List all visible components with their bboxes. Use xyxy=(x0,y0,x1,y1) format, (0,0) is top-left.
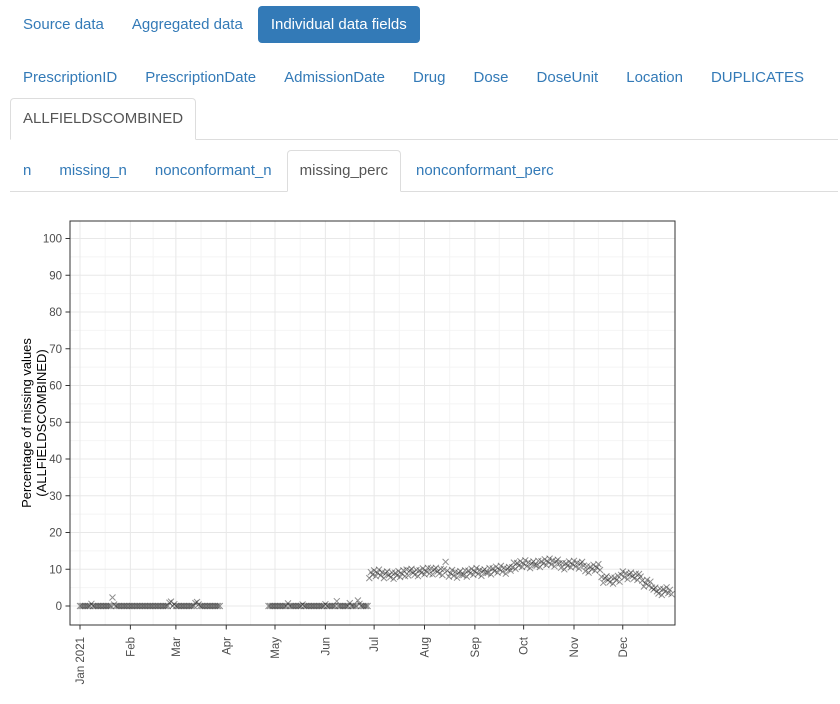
field-tab-doseunit[interactable]: DoseUnit xyxy=(524,57,612,99)
x-tick-label: Feb xyxy=(125,637,137,657)
field-tab-item: DoseUnit xyxy=(524,57,612,99)
y-tick-label: 70 xyxy=(49,344,62,356)
field-tab-item: DUPLICATES xyxy=(698,57,817,99)
x-axis-labels: Jan 2021 Feb Mar Apr May Jun Jul Aug Sep Oct Nov De… xyxy=(75,636,630,684)
y-tick-label: 90 xyxy=(49,270,62,282)
x-tick-label: Jun xyxy=(320,637,332,656)
tab-aggregated-data[interactable]: Aggregated data xyxy=(119,6,256,43)
tab-source-data[interactable]: Source data xyxy=(10,6,117,43)
field-tab-item: PrescriptionDate xyxy=(132,57,269,99)
missing-perc-scatter-plot: 0 10 20 30 40 50 60 70 80 90 100 Jan 2021 Feb Mar Apr M… xyxy=(10,204,700,699)
x-tick-label: Dec xyxy=(618,637,630,658)
metric-tab-missing-n[interactable]: missing_n xyxy=(46,150,140,192)
metric-tab-n[interactable]: n xyxy=(10,150,44,192)
x-tick-label: Apr xyxy=(221,637,233,655)
y-tick-label: 100 xyxy=(43,234,62,246)
metric-tab-item: missing_n xyxy=(46,150,140,192)
field-tab-allfieldscombined[interactable]: ALLFIELDSCOMBINED xyxy=(10,98,196,140)
y-tick-label: 30 xyxy=(49,491,62,503)
y-tick-label: 60 xyxy=(49,381,62,393)
y-tick-label: 10 xyxy=(49,564,62,576)
field-tab-item: Dose xyxy=(461,57,522,99)
metric-tab-item: missing_perc xyxy=(287,150,401,192)
y-axis-title-line: Percentage of missing values xyxy=(19,338,34,508)
field-tab-location[interactable]: Location xyxy=(613,57,696,99)
x-tick-label: Oct xyxy=(519,636,531,655)
field-tab-item: Drug xyxy=(400,57,459,99)
field-tab-item: AdmissionDate xyxy=(271,57,398,99)
missing-perc-chart-container: 0 10 20 30 40 50 60 70 80 90 100 Jan 2021 Feb Mar Apr M… xyxy=(10,204,838,704)
field-tab-item: Location xyxy=(613,57,696,99)
metric-tab-item: nonconformant_n xyxy=(142,150,285,192)
tab-item: Aggregated data xyxy=(119,6,256,43)
metric-tab-nonconformant-n[interactable]: nonconformant_n xyxy=(142,150,285,192)
y-tick-label: 20 xyxy=(49,528,62,540)
x-tick-label: May xyxy=(270,637,282,659)
metric-tab-item: nonconformant_perc xyxy=(403,150,567,192)
metric-tab-nonconformant-perc[interactable]: nonconformant_perc xyxy=(403,150,567,192)
tab-item: Source data xyxy=(10,6,117,43)
y-axis-ticks xyxy=(66,239,71,607)
x-tick-label: Mar xyxy=(171,637,183,657)
field-tab-item: ALLFIELDSCOMBINED xyxy=(10,98,196,140)
y-axis-title-line: (ALLFIELDSCOMBINED) xyxy=(34,349,49,496)
metric-tabs: nmissing_nnonconformant_nmissing_percnon… xyxy=(10,150,838,192)
x-tick-label: Nov xyxy=(569,637,581,658)
y-axis-title: Percentage of missing values(ALLFIELDSCO… xyxy=(19,338,49,508)
dataset-nav: Source dataAggregated dataIndividual dat… xyxy=(10,6,838,43)
y-tick-label: 80 xyxy=(49,307,62,319)
y-tick-label: 0 xyxy=(56,601,62,613)
x-tick-label: Jul xyxy=(369,637,381,652)
field-tabs: PrescriptionIDPrescriptionDateAdmissionD… xyxy=(10,57,838,140)
x-tick-label: Aug xyxy=(420,637,432,657)
field-tab-admissiondate[interactable]: AdmissionDate xyxy=(271,57,398,99)
y-tick-label: 40 xyxy=(49,454,62,466)
field-tab-prescriptionid[interactable]: PrescriptionID xyxy=(10,57,130,99)
metric-tab-missing-perc[interactable]: missing_perc xyxy=(287,150,401,192)
x-tick-label: Sep xyxy=(470,637,482,657)
tab-individual-data-fields[interactable]: Individual data fields xyxy=(258,6,420,43)
field-tab-drug[interactable]: Drug xyxy=(400,57,459,99)
x-axis-ticks xyxy=(80,625,623,630)
y-tick-label: 50 xyxy=(49,417,62,429)
metric-tab-item: n xyxy=(10,150,44,192)
field-tab-dose[interactable]: Dose xyxy=(461,57,522,99)
field-tab-item: PrescriptionID xyxy=(10,57,130,99)
tab-item: Individual data fields xyxy=(258,6,420,43)
field-tab-prescriptiondate[interactable]: PrescriptionDate xyxy=(132,57,269,99)
report-page: Source dataAggregated dataIndividual dat… xyxy=(0,0,840,704)
x-tick-label: Jan 2021 xyxy=(75,637,87,684)
field-tab-duplicates[interactable]: DUPLICATES xyxy=(698,57,817,99)
